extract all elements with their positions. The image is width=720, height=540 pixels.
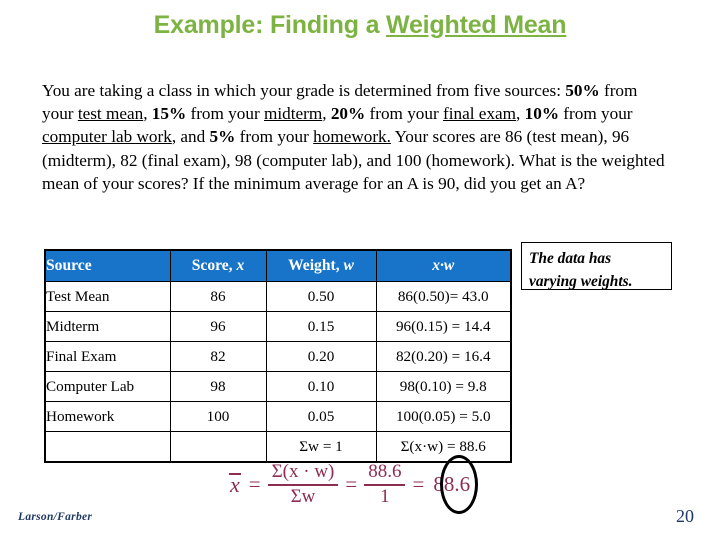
table-row: Computer Lab 98 0.10 98(0.10) = 9.8 xyxy=(44,371,512,402)
cell-product: 86(0.50)= 43.0 xyxy=(375,281,512,312)
formula-fraction-2-denominator: 1 xyxy=(380,485,390,507)
cell-source: Computer Lab xyxy=(44,371,171,402)
cell-score: 100 xyxy=(169,401,267,432)
slide-canvas: Example: Finding a Weighted Mean You are… xyxy=(0,0,720,540)
column-header-weight: Weight, w xyxy=(265,249,377,282)
problem-text-4: from your xyxy=(186,104,264,124)
formula-fraction-2-numerator: 88.6 xyxy=(364,461,406,486)
weighted-mean-table-wrapper: Source Score, x Weight, w x·w Test Mean … xyxy=(44,249,512,463)
table-totals-row: Σw = 1 Σ(x·w) = 88.6 xyxy=(44,431,512,463)
cell-weight: 0.15 xyxy=(265,311,377,342)
column-header-source: Source xyxy=(44,249,171,282)
cell-weight: 0.05 xyxy=(265,401,377,432)
cell-product: 82(0.20) = 16.4 xyxy=(375,341,512,372)
problem-text-3: , xyxy=(143,104,152,124)
cell-total-score xyxy=(169,431,267,463)
cell-score: 96 xyxy=(169,311,267,342)
weighted-mean-table: Source Score, x Weight, w x·w Test Mean … xyxy=(44,249,512,463)
formula-fraction-2: 88.6 1 xyxy=(364,461,406,507)
weighted-mean-formula: x = Σ(x · w) Σw = 88.6 1 = 88.6 xyxy=(228,461,471,507)
formula-equals-1: = xyxy=(248,472,261,497)
table-row: Test Mean 86 0.50 86(0.50)= 43.0 xyxy=(44,281,512,312)
table-row: Final Exam 82 0.20 82(0.20) = 16.4 xyxy=(44,341,512,372)
cell-score: 98 xyxy=(169,371,267,402)
term-homework: homework. xyxy=(313,127,391,147)
page-title-prefix: Example: Finding a xyxy=(153,11,387,39)
cell-source: Homework xyxy=(44,401,171,432)
problem-text-9: , and xyxy=(171,127,210,147)
cell-source: Test Mean xyxy=(44,281,171,312)
column-header-score-var: x xyxy=(236,257,245,274)
term-midterm: midterm xyxy=(263,104,323,124)
term-final-exam: final exam xyxy=(443,104,517,124)
problem-text-5: , xyxy=(322,104,331,124)
callout-box: The data has varying weights. xyxy=(521,242,672,290)
formula-equals-3: = xyxy=(412,472,425,497)
problem-text-1: You are taking a class in which your gra… xyxy=(42,81,566,100)
cell-total-source xyxy=(44,431,171,463)
pct-computer-lab: 10% xyxy=(524,104,559,124)
table-row: Midterm 96 0.15 96(0.15) = 14.4 xyxy=(44,311,512,342)
formula-fraction-1: Σ(x · w) Σw xyxy=(267,461,339,507)
cell-product: 100(0.05) = 5.0 xyxy=(375,401,512,432)
column-header-score-label: Score, xyxy=(191,257,237,274)
page-number: 20 xyxy=(676,506,694,526)
table-row: Homework 100 0.05 100(0.05) = 5.0 xyxy=(44,401,512,432)
pct-final-exam: 20% xyxy=(330,104,366,124)
cell-source: Final Exam xyxy=(44,341,171,372)
formula-equals-2: = xyxy=(345,472,358,497)
table-header-row: Source Score, x Weight, w x·w xyxy=(44,249,512,282)
cell-weight: 0.50 xyxy=(265,281,377,312)
problem-text-10: from your xyxy=(235,127,314,147)
page-title-emphasis: Weighted Mean xyxy=(386,11,567,39)
formula-fraction-1-denominator: Σw xyxy=(290,485,316,507)
cell-weight: 0.10 xyxy=(265,371,377,402)
term-computer-lab: computer lab work xyxy=(42,127,172,147)
column-header-product: x·w xyxy=(375,249,512,282)
callout-line-2: varying weights. xyxy=(529,273,633,290)
column-header-weight-var: w xyxy=(343,257,354,274)
problem-text-7: , xyxy=(516,104,525,124)
formula-fraction-1-numerator: Σ(x · w) xyxy=(267,461,339,486)
cell-sum-weight: Σw = 1 xyxy=(265,431,377,463)
pct-midterm: 15% xyxy=(151,104,187,124)
column-header-score: Score, x xyxy=(169,249,267,282)
cell-sum-product: Σ(x·w) = 88.6 xyxy=(375,431,512,463)
cell-source: Midterm xyxy=(44,311,171,342)
pct-homework: 5% xyxy=(209,127,236,147)
cell-weight: 0.20 xyxy=(265,341,377,372)
callout-line-1: The data has xyxy=(529,250,612,267)
column-header-weight-label: Weight, xyxy=(288,257,344,274)
cell-product: 96(0.15) = 14.4 xyxy=(375,311,512,342)
problem-text-6: from your xyxy=(365,104,444,124)
problem-statement: You are taking a class in which your gra… xyxy=(42,79,672,195)
formula-answer: 88.6 xyxy=(433,472,471,497)
cell-score: 86 xyxy=(169,281,267,312)
pct-test-mean: 50% xyxy=(565,81,600,100)
problem-text-8: from your xyxy=(559,104,633,124)
formula-xbar: x xyxy=(228,471,241,497)
footer-credit: Larson/Farber xyxy=(18,511,93,523)
term-test-mean: test mean xyxy=(77,104,144,124)
cell-score: 82 xyxy=(169,341,267,372)
page-title: Example: Finding a Weighted Mean xyxy=(0,11,720,40)
cell-product: 98(0.10) = 9.8 xyxy=(375,371,512,402)
